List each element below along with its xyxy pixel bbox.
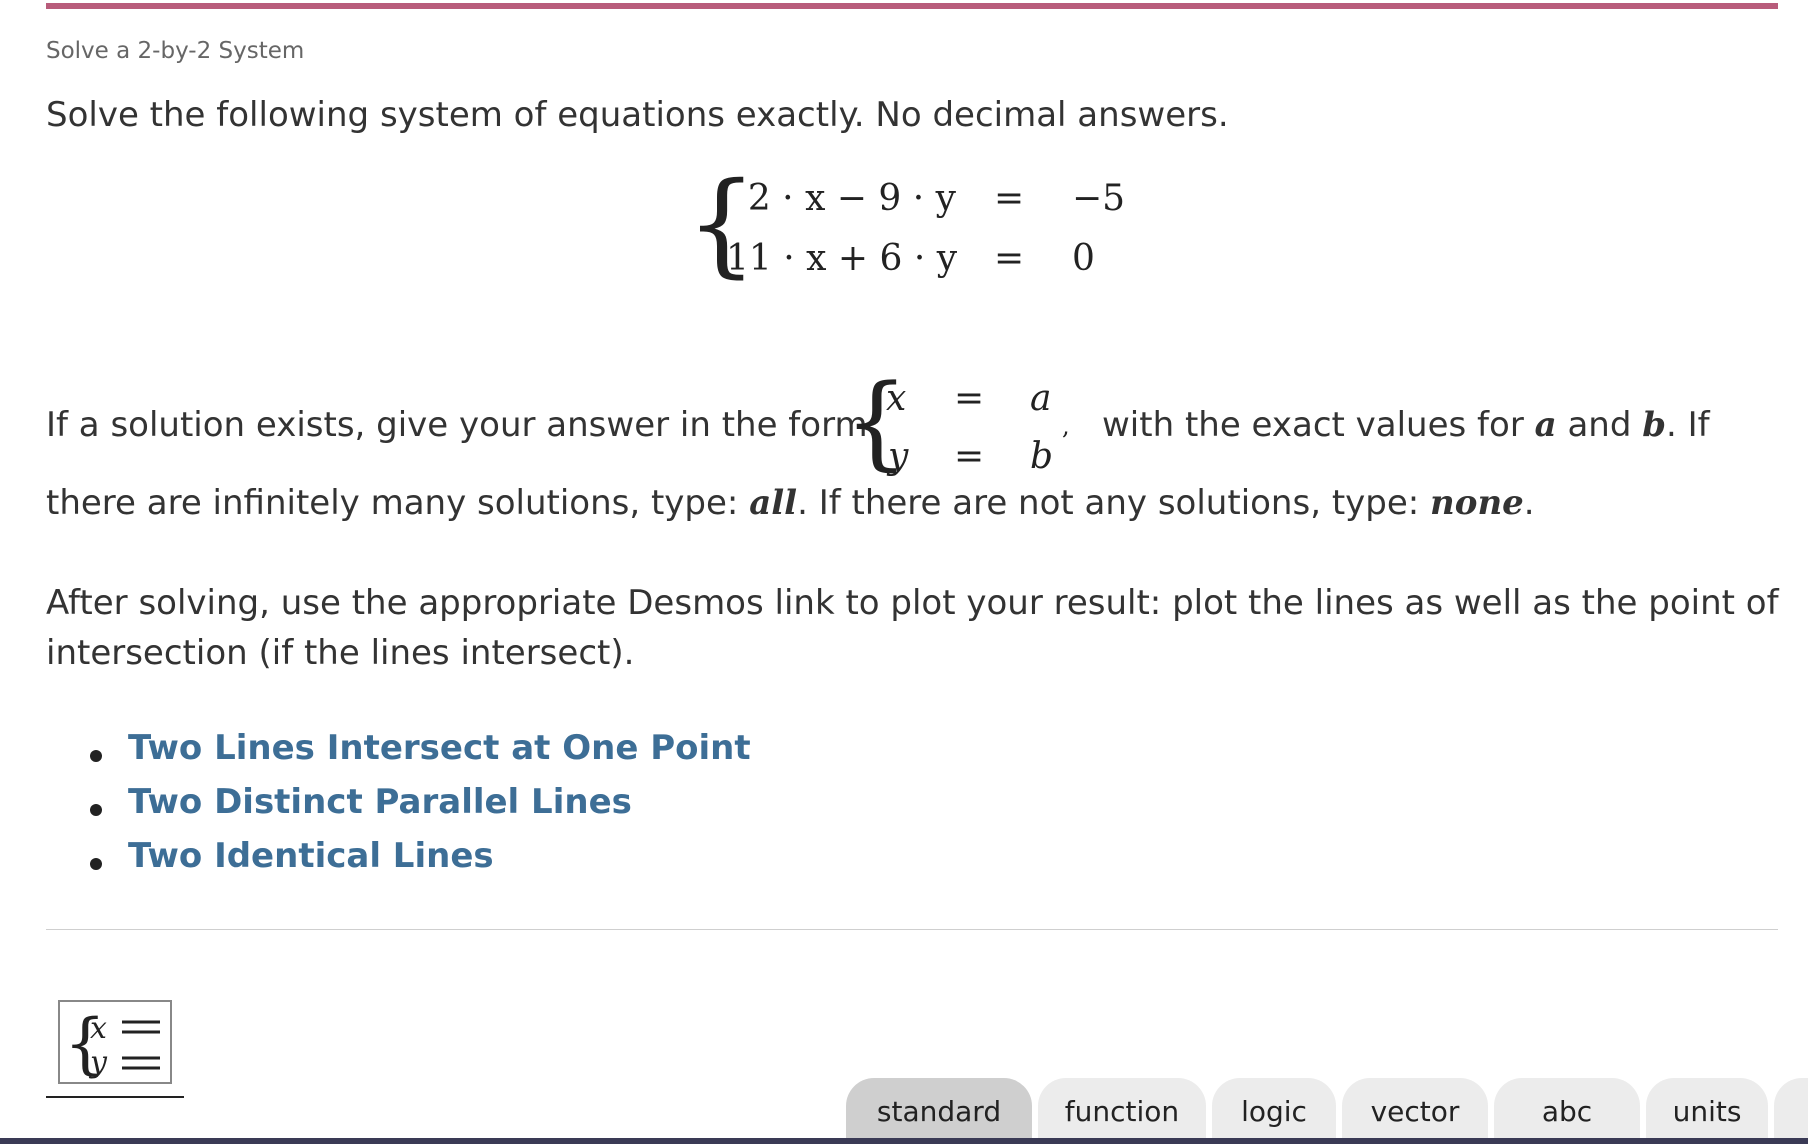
answer-form-tail: with the exact values for a and b. If xyxy=(1102,400,1710,450)
equation-2-rhs: 0 xyxy=(1072,238,1095,279)
answer-form-x: x xyxy=(886,378,907,419)
system-brace-icon: { x y xyxy=(64,1005,160,1082)
link-identical-lines[interactable]: Two Identical Lines xyxy=(128,836,494,876)
period-text: . xyxy=(1523,483,1535,523)
equation-1-rhs: −5 xyxy=(1072,178,1126,219)
equation-1-equals: = xyxy=(994,178,1025,219)
equation-2-lhs: 11 · x + 6 · y xyxy=(726,238,958,279)
desmos-instructions-line-2: intersection (if the lines intersect). xyxy=(46,633,635,673)
link-distinct-parallel-lines[interactable]: Two Distinct Parallel Lines xyxy=(128,782,632,822)
tab-function[interactable]: function xyxy=(1038,1078,1206,1140)
and-text: and xyxy=(1567,405,1632,445)
no-solutions-text: . If there are not any solutions, type: xyxy=(797,483,1420,523)
keyword-none: none xyxy=(1430,483,1524,523)
tab-logic[interactable]: logic xyxy=(1212,1078,1336,1140)
infinitely-many-text: there are infinitely many solutions, typ… xyxy=(46,483,739,523)
answer-form-if-text: . If xyxy=(1666,405,1710,445)
tab-standard[interactable]: standard xyxy=(846,1078,1032,1140)
keyword-all: all xyxy=(749,483,798,523)
equation-1-lhs: 2 · x − 9 · y xyxy=(747,178,956,219)
tab-abc[interactable]: abc xyxy=(1494,1078,1640,1140)
answer-form-intro: If a solution exists, give your answer i… xyxy=(46,405,868,445)
system-button-x: x xyxy=(90,1011,107,1046)
system-button-underline xyxy=(46,1096,184,1098)
bullet-icon xyxy=(90,750,102,762)
system-button-y: y xyxy=(88,1045,108,1080)
answer-form-comma: , xyxy=(1062,412,1070,440)
answer-form-equals-2: = xyxy=(954,436,985,477)
answer-form-a: a xyxy=(1030,378,1052,419)
equation-2-equals: = xyxy=(994,238,1025,279)
breadcrumb: Solve a 2-by-2 System xyxy=(46,38,305,64)
var-a: a xyxy=(1534,405,1557,445)
answer-form-y: y xyxy=(888,436,909,477)
system-template-button[interactable]: { x y xyxy=(58,1000,172,1084)
tab-units[interactable]: units xyxy=(1646,1078,1768,1140)
bullet-icon xyxy=(90,804,102,816)
bullet-icon xyxy=(90,858,102,870)
top-accent-rule xyxy=(46,3,1778,9)
keyboard-bottom-bar xyxy=(0,1138,1808,1144)
link-intersect-one-point[interactable]: Two Lines Intersect at One Point xyxy=(128,728,751,768)
special-cases-text: there are infinitely many solutions, typ… xyxy=(46,478,1535,528)
answer-form-equals-1: = xyxy=(954,378,985,419)
tab-vector[interactable]: vector xyxy=(1342,1078,1488,1140)
var-b: b xyxy=(1642,405,1667,445)
answer-form-after-text: with the exact values for xyxy=(1102,405,1524,445)
desmos-instructions-line-1: After solving, use the appropriate Desmo… xyxy=(46,583,1779,623)
answer-form-b: b xyxy=(1030,436,1054,477)
intro-text: Solve the following system of equations … xyxy=(46,95,1229,135)
tab-overflow[interactable] xyxy=(1774,1078,1808,1140)
divider xyxy=(46,929,1778,930)
